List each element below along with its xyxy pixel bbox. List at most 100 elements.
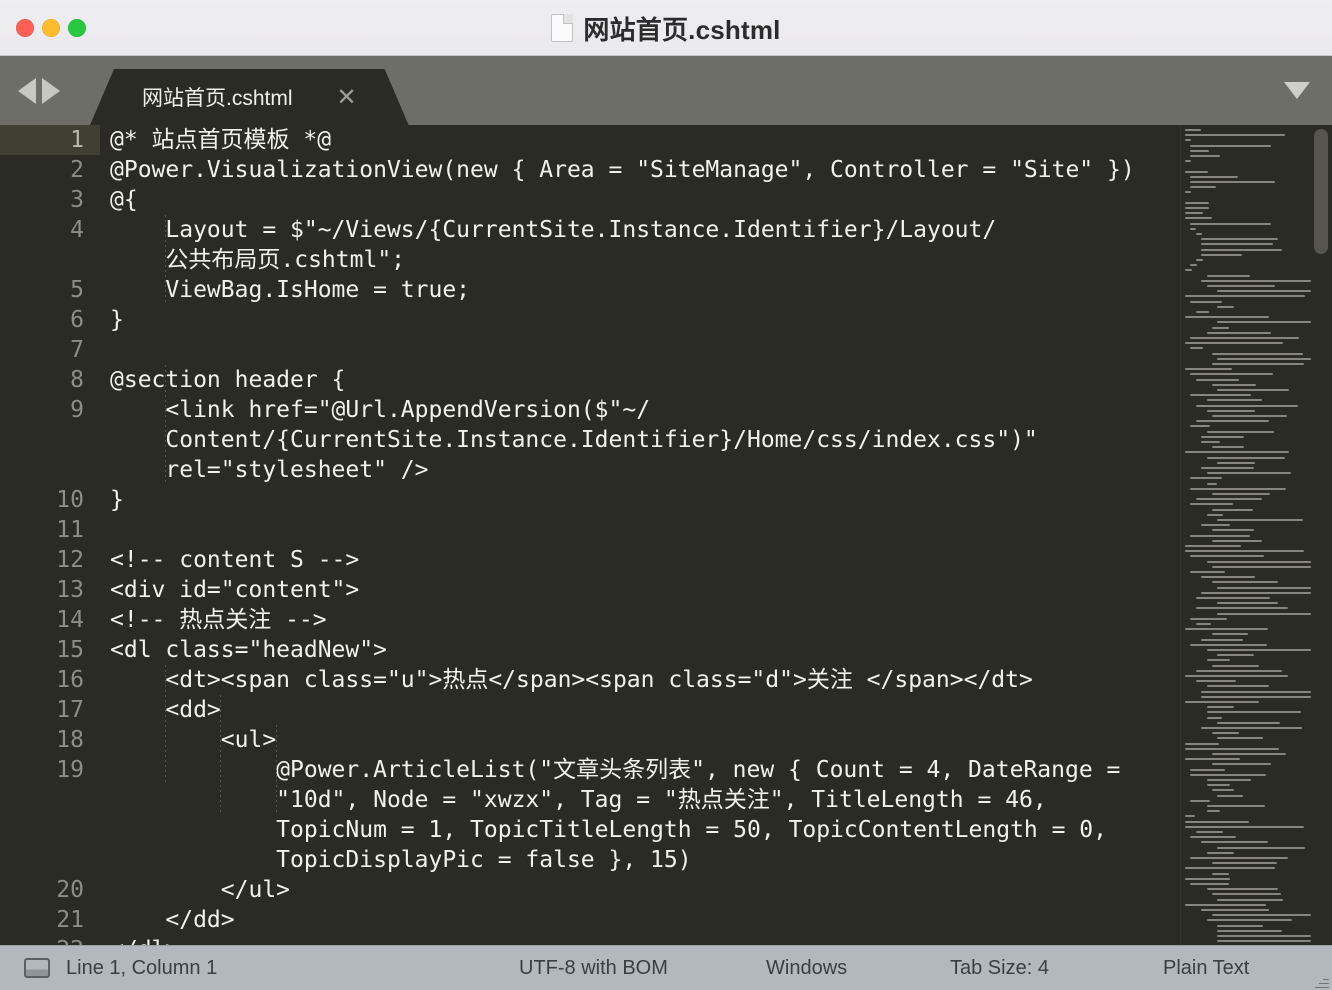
code-line[interactable] bbox=[110, 515, 1180, 545]
minimap-line bbox=[1212, 352, 1304, 355]
minimap-line bbox=[1212, 633, 1248, 636]
code-line[interactable]: @{ bbox=[110, 185, 1180, 215]
minimap-line bbox=[1217, 898, 1284, 901]
minimap-line bbox=[1206, 285, 1275, 287]
code-line[interactable]: TopicNum = 1, TopicTitleLength = 50, Top… bbox=[110, 815, 1180, 845]
minimap-line bbox=[1190, 768, 1225, 771]
minimap-line bbox=[1217, 846, 1306, 849]
vertical-scrollbar[interactable] bbox=[1314, 129, 1328, 254]
minimap-line bbox=[1206, 659, 1230, 662]
code-line[interactable]: "10d", Node = "xwzx", Tag = "热点关注", Titl… bbox=[110, 785, 1180, 815]
minimap-line bbox=[1212, 383, 1257, 386]
minimap-line bbox=[1190, 149, 1210, 152]
minimap-line bbox=[1190, 555, 1264, 558]
minimap-line bbox=[1195, 420, 1269, 423]
minimap-line bbox=[1206, 331, 1272, 334]
minimap-line bbox=[1212, 565, 1311, 568]
chevron-left-icon[interactable] bbox=[18, 77, 36, 104]
minimap-line bbox=[1185, 212, 1203, 215]
minimap-line bbox=[1195, 498, 1262, 501]
minimap-line bbox=[1201, 524, 1231, 527]
tab-active[interactable]: 网站首页.cshtml ✕ bbox=[90, 69, 409, 125]
code-line[interactable]: } bbox=[110, 485, 1180, 515]
minimap-line bbox=[1195, 669, 1283, 672]
minimap-line bbox=[1212, 753, 1286, 755]
code-line[interactable]: @* 站点首页模板 *@ bbox=[110, 125, 1180, 155]
minimap-line bbox=[1212, 732, 1240, 735]
code-line[interactable]: <dt><span class="u">热点</span><span class… bbox=[110, 665, 1180, 695]
code-line[interactable]: <!-- 热点关注 --> bbox=[110, 605, 1180, 635]
code-minimap[interactable] bbox=[1180, 125, 1332, 945]
close-window-button[interactable] bbox=[16, 19, 34, 37]
code-content[interactable]: @* 站点首页模板 *@ @Power.VisualizationView(new… bbox=[100, 125, 1180, 945]
maximize-window-button[interactable] bbox=[68, 19, 86, 37]
cursor-position-status[interactable]: Line 1, Column 1 bbox=[66, 957, 217, 980]
minimap-line bbox=[1190, 394, 1252, 397]
chevron-right-icon[interactable] bbox=[42, 77, 60, 104]
code-line[interactable]: </ul> bbox=[110, 875, 1180, 905]
chevron-down-icon bbox=[1284, 82, 1310, 99]
minimap-line bbox=[1212, 446, 1245, 449]
code-line[interactable]: @Power.VisualizationView(new { Area = "S… bbox=[110, 155, 1180, 185]
minimap-line bbox=[1201, 243, 1273, 246]
code-line[interactable]: @section header { bbox=[110, 365, 1180, 395]
status-bar: Line 1, Column 1 UTF-8 with BOM Windows … bbox=[0, 945, 1332, 990]
minimap-line bbox=[1190, 617, 1228, 620]
code-line[interactable]: Layout = $"~/Views/{CurrentSite.Instance… bbox=[110, 215, 1180, 245]
code-line[interactable]: <link href="@Url.AppendVersion($"~/ bbox=[110, 395, 1180, 425]
minimap-line bbox=[1195, 680, 1237, 683]
code-line[interactable]: @Power.ArticleList("文章头条列表", new { Count… bbox=[110, 755, 1180, 785]
code-line[interactable]: <ul> bbox=[110, 725, 1180, 755]
line-number-wrap bbox=[0, 425, 100, 455]
minimap-line bbox=[1190, 534, 1251, 537]
code-line[interactable]: ViewBag.IsHome = true; bbox=[110, 275, 1180, 305]
minimap-line bbox=[1217, 519, 1303, 521]
minimize-window-button[interactable] bbox=[42, 19, 60, 37]
minimap-line bbox=[1206, 685, 1269, 688]
syntax-mode-status[interactable]: Plain Text bbox=[1163, 946, 1249, 990]
code-line[interactable]: <dl class="headNew"> bbox=[110, 635, 1180, 665]
minimap-line bbox=[1190, 503, 1233, 506]
line-number-wrap bbox=[0, 245, 100, 275]
minimap-line bbox=[1190, 373, 1273, 376]
minimap-line bbox=[1201, 638, 1243, 641]
panel-toggle-icon[interactable] bbox=[24, 958, 50, 978]
close-icon[interactable]: ✕ bbox=[337, 85, 357, 109]
code-line[interactable]: <!-- content S --> bbox=[110, 545, 1180, 575]
code-line[interactable]: rel="stylesheet" /> bbox=[110, 455, 1180, 485]
minimap-line bbox=[1185, 903, 1266, 906]
line-number-9: 9 bbox=[70, 397, 84, 423]
code-line[interactable]: <div id="content"> bbox=[110, 575, 1180, 605]
code-line[interactable]: </dd> bbox=[110, 905, 1180, 935]
minimap-line bbox=[1195, 378, 1239, 381]
status-left-group: Line 1, Column 1 bbox=[0, 957, 217, 980]
code-line[interactable]: </dl> bbox=[110, 935, 1180, 945]
tab-size-status[interactable]: Tab Size: 4 bbox=[950, 946, 1049, 990]
code-line[interactable]: TopicDisplayPic = false }, 15) bbox=[110, 845, 1180, 875]
minimap-line bbox=[1206, 851, 1234, 854]
code-line[interactable]: 公共布局页.cshtml"; bbox=[110, 245, 1180, 275]
code-line[interactable]: <dd> bbox=[110, 695, 1180, 725]
minimap-line bbox=[1195, 311, 1210, 313]
line-endings-status[interactable]: Windows bbox=[766, 946, 847, 990]
title-bar: 网站首页.cshtml bbox=[0, 0, 1332, 56]
minimap-line bbox=[1217, 924, 1264, 927]
minimap-line bbox=[1212, 789, 1235, 792]
minimap-line bbox=[1212, 914, 1311, 917]
code-line[interactable]: Content/{CurrentSite.Instance.Identifier… bbox=[110, 425, 1180, 455]
minimap-line bbox=[1201, 909, 1270, 911]
resize-grip-icon[interactable] bbox=[1315, 974, 1329, 988]
minimap-line bbox=[1185, 815, 1196, 818]
code-line[interactable] bbox=[110, 335, 1180, 365]
minimap-line bbox=[1201, 467, 1255, 469]
minimap-line bbox=[1185, 134, 1285, 137]
minimap-line bbox=[1190, 175, 1238, 178]
minimap-line bbox=[1185, 129, 1202, 131]
tab-overflow-button[interactable] bbox=[1284, 56, 1310, 125]
minimap-line bbox=[1185, 550, 1304, 553]
minimap-line bbox=[1190, 477, 1222, 480]
encoding-status[interactable]: UTF-8 with BOM bbox=[519, 946, 668, 990]
code-editor[interactable]: 1234 56789 10111213141516171819 202122 @… bbox=[0, 125, 1332, 945]
minimap-line bbox=[1206, 482, 1217, 485]
code-line[interactable]: } bbox=[110, 305, 1180, 335]
